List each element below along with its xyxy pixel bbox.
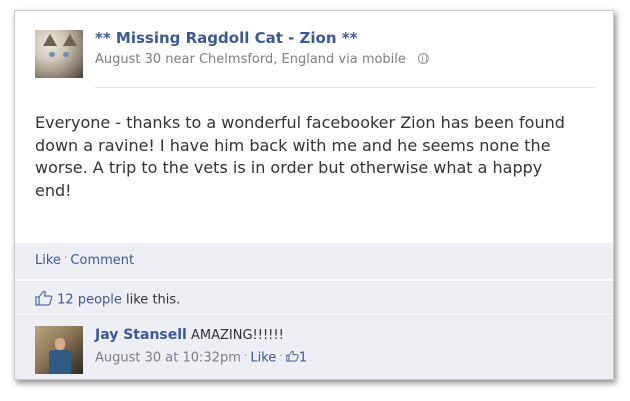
- comment-link[interactable]: Comment: [70, 253, 134, 268]
- comment-like-count[interactable]: 1: [299, 351, 307, 366]
- post-header: ** Missing Ragdoll Cat - Zion ** August …: [15, 11, 613, 97]
- avatar-body: [49, 350, 71, 374]
- comment-body: Jay Stansell AMAZING!!!!!!: [95, 327, 284, 343]
- post-meta: August 30 near Chelmsford, England via m…: [95, 52, 430, 67]
- post-message: Everyone - thanks to a wonderful faceboo…: [35, 113, 565, 200]
- header-divider: [95, 87, 595, 88]
- comment-meta: August 30 at 10:32pm · Like · 1: [95, 348, 307, 366]
- post-actions: Like · Comment: [35, 251, 134, 268]
- comment-separator: ·: [243, 348, 248, 362]
- page-title[interactable]: ** Missing Ragdoll Cat - Zion **: [95, 29, 357, 47]
- post-meta-text: August 30 near Chelmsford, England via m…: [95, 52, 406, 67]
- likers-link[interactable]: 12 people: [57, 293, 122, 308]
- comment-timestamp[interactable]: August 30 at 10:32pm: [95, 351, 241, 366]
- comment-separator-2: ·: [279, 348, 283, 362]
- post-card: ** Missing Ragdoll Cat - Zion ** August …: [14, 10, 614, 380]
- like-link[interactable]: Like: [35, 253, 61, 268]
- likes-bar: 12 people like this.: [15, 281, 613, 314]
- profile-picture[interactable]: [35, 30, 83, 78]
- likes-suffix: like this.: [121, 292, 181, 308]
- cat-eye-right: [63, 52, 69, 57]
- comment-item: Jay Stansell AMAZING!!!!!! August 30 at …: [15, 315, 613, 379]
- comment-text: AMAZING!!!!!!: [190, 328, 284, 343]
- globe-icon[interactable]: [418, 53, 430, 64]
- thumbs-up-icon: [35, 290, 53, 310]
- commenter-name[interactable]: Jay Stansell: [95, 327, 187, 343]
- post-actions-bar: Like · Comment: [15, 243, 613, 279]
- cat-ear-right: [63, 34, 77, 46]
- comment-like-link[interactable]: Like: [250, 351, 276, 366]
- small-thumbs-up-icon: [285, 350, 299, 366]
- cat-ear-left: [43, 34, 57, 46]
- likes-summary: 12 people like this.: [35, 290, 180, 310]
- action-separator: ·: [63, 251, 68, 264]
- avatar-face: [55, 338, 65, 350]
- commenter-avatar[interactable]: [35, 326, 83, 374]
- cat-eye-left: [49, 52, 55, 57]
